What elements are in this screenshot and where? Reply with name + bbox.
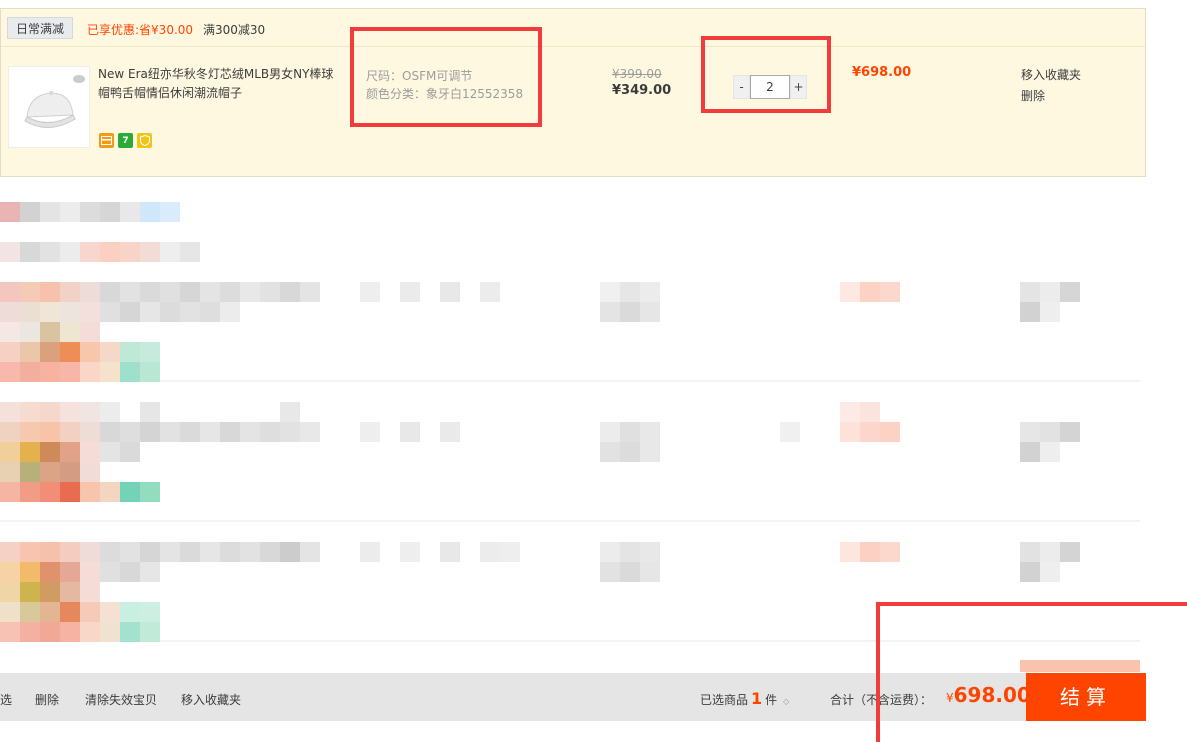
clear-invalid-link[interactable]: 清除失效宝贝 (85, 691, 157, 708)
blurred-cart-items (0, 200, 1160, 670)
footer-delete-link[interactable]: 删除 (35, 691, 59, 708)
chevron-up-icon[interactable]: ◇ (783, 697, 789, 706)
item-title[interactable]: New Era纽亦华秋冬灯芯绒MLB男女NY棒球帽鸭舌帽情侣休闲潮流帽子 (98, 65, 338, 103)
promo-row: 日常满减 已享优惠:省¥30.00 满300减30 (1, 9, 1145, 47)
cap-icon (9, 67, 89, 147)
move-to-favorites-link[interactable]: 移入收藏夹 (1021, 66, 1081, 83)
selected-count: 1 (751, 689, 763, 708)
promo-rule: 满300减30 (203, 23, 266, 37)
annotation-box-sku (350, 27, 542, 127)
seven-day-return-icon[interactable]: 7 (118, 133, 133, 148)
promo-tag[interactable]: 日常满减 (7, 17, 74, 39)
annotation-box-checkout (876, 602, 1187, 742)
selected-count-text: 已选商品 1 件 ◇ (700, 689, 789, 708)
annotation-box-quantity (701, 36, 831, 113)
selected-prefix: 已选商品 (700, 693, 749, 707)
select-all-fragment[interactable]: 选 (0, 691, 12, 708)
item-subtotal: ¥698.00 (852, 65, 912, 80)
cart-item-block: 日常满减 已享优惠:省¥30.00 满300减30 New Era纽亦华秋冬灯芯… (0, 8, 1146, 177)
service-icons: 7 (99, 133, 152, 148)
credit-card-icon[interactable] (99, 133, 114, 148)
selected-suffix: 件 (765, 693, 778, 707)
promo-saved: 已享优惠:省¥30.00 (87, 23, 194, 37)
price-original: ¥399.00 (612, 67, 662, 81)
footer-move-favorite-link[interactable]: 移入收藏夹 (181, 691, 241, 708)
guarantee-icon[interactable] (137, 133, 152, 148)
item-thumbnail[interactable] (8, 66, 90, 148)
price-current: ¥349.00 (612, 83, 672, 98)
delete-link[interactable]: 删除 (1021, 87, 1045, 104)
